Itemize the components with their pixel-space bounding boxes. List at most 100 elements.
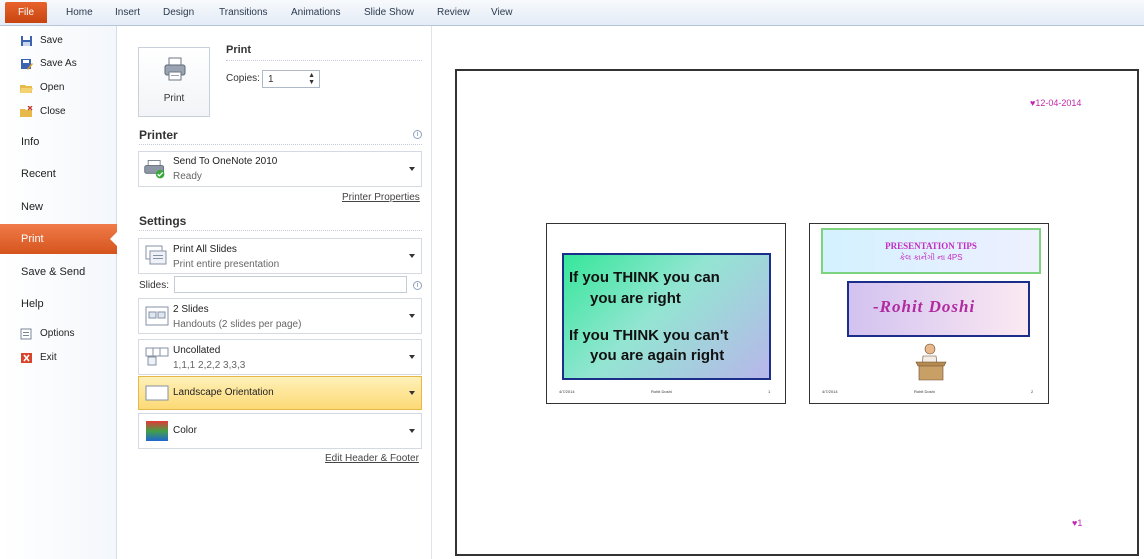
slide-1-footer-number: 1 bbox=[768, 389, 771, 394]
chevron-down-icon bbox=[409, 254, 415, 258]
chevron-down-icon bbox=[409, 314, 415, 318]
printer-status: Ready bbox=[173, 171, 202, 182]
print-title: Print bbox=[226, 44, 252, 56]
nav-exit[interactable]: Exit bbox=[0, 348, 117, 368]
nav-new[interactable]: New bbox=[0, 192, 117, 222]
slide-1-footer-date: 4/7/2014 bbox=[559, 389, 575, 394]
print-button-label: Print bbox=[163, 93, 185, 104]
divider bbox=[139, 230, 422, 231]
chevron-down-icon bbox=[409, 167, 415, 171]
slide-1-line-2: you are right bbox=[590, 290, 681, 307]
edit-header-footer-link[interactable]: Edit Header & Footer bbox=[325, 453, 419, 464]
collation-dropdown[interactable]: Uncollated 1,1,1 2,2,2 3,3,3 bbox=[138, 339, 422, 375]
layout-label: 2 Slides bbox=[173, 304, 209, 315]
preview-slide-2: PRESENTATION TIPS કેલ કાર્નેગી ના 4PS -R… bbox=[809, 223, 1049, 404]
collation-label: Uncollated bbox=[173, 345, 221, 356]
exit-icon bbox=[21, 353, 32, 363]
slide-1-footer-author: Rohit Doshi bbox=[651, 389, 672, 394]
divider bbox=[139, 144, 422, 145]
copies-value: 1 bbox=[268, 74, 274, 85]
slide-2-footer-number: 2 bbox=[1031, 389, 1034, 394]
print-settings-panel: Print Print Copies: 1 ▲ ▼ Printer i Send … bbox=[117, 26, 432, 559]
print-preview-area: ♥12-04-2014 If you THINK you can you are… bbox=[432, 26, 1144, 559]
printer-name: Send To OneNote 2010 bbox=[173, 156, 278, 167]
tab-animations[interactable]: Animations bbox=[291, 7, 340, 18]
slides-stack-icon bbox=[145, 245, 167, 265]
slide-1-text-box: If you THINK you can you are right If yo… bbox=[562, 253, 771, 380]
slide-2-footer-author: Rohit Doshi bbox=[914, 389, 935, 394]
printer-properties-link[interactable]: Printer Properties bbox=[342, 192, 420, 203]
orientation-dropdown[interactable]: Landscape Orientation bbox=[138, 376, 422, 410]
save-as-icon bbox=[21, 59, 33, 70]
slide-2-name: -Rohit Doshi bbox=[873, 297, 976, 316]
printer-icon bbox=[164, 57, 186, 81]
nav-save-send[interactable]: Save & Send bbox=[0, 257, 117, 287]
presenter-clipart-icon bbox=[915, 343, 947, 381]
tab-transitions[interactable]: Transitions bbox=[219, 7, 268, 18]
chevron-down-icon bbox=[409, 429, 415, 433]
print-button[interactable]: Print bbox=[138, 47, 210, 117]
nav-open-label: Open bbox=[40, 82, 65, 93]
print-what-sublabel: Print entire presentation bbox=[173, 259, 280, 270]
tab-home[interactable]: Home bbox=[66, 7, 93, 18]
info-icon[interactable]: i bbox=[413, 130, 422, 139]
nav-save[interactable]: Save bbox=[0, 31, 117, 51]
nav-open[interactable]: Open bbox=[0, 78, 117, 98]
slide-2-title-box: PRESENTATION TIPS કેલ કાર્નેગી ના 4PS bbox=[821, 228, 1041, 274]
settings-header: Settings bbox=[139, 214, 187, 228]
nav-recent[interactable]: Recent bbox=[0, 159, 117, 189]
collation-sublabel: 1,1,1 2,2,2 3,3,3 bbox=[173, 360, 246, 371]
slide-1-line-1: If you THINK you can bbox=[569, 269, 720, 286]
print-what-label: Print All Slides bbox=[173, 244, 237, 255]
tab-review[interactable]: Review bbox=[437, 7, 470, 18]
folder-close-icon bbox=[20, 106, 33, 117]
tab-insert[interactable]: Insert bbox=[115, 7, 140, 18]
tab-view[interactable]: View bbox=[491, 7, 513, 18]
nav-info[interactable]: Info bbox=[0, 127, 117, 157]
copies-label: Copies: bbox=[226, 73, 260, 84]
ribbon-bar: File Home Insert Design Transitions Anim… bbox=[0, 0, 1144, 26]
collate-icon bbox=[145, 347, 169, 366]
folder-open-icon bbox=[20, 85, 33, 93]
slide-2-footer-date: 4/7/2014 bbox=[822, 389, 838, 394]
spin-arrows-icon[interactable]: ▲ ▼ bbox=[308, 72, 315, 86]
tab-design[interactable]: Design bbox=[163, 7, 194, 18]
copies-stepper[interactable]: 1 ▲ ▼ bbox=[262, 70, 320, 88]
nav-save-label: Save bbox=[40, 35, 63, 46]
print-what-dropdown[interactable]: Print All Slides Print entire presentati… bbox=[138, 238, 422, 274]
slide-2-name-box: -Rohit Doshi bbox=[847, 281, 1030, 337]
options-icon bbox=[20, 328, 32, 340]
nav-close[interactable]: Close bbox=[0, 102, 117, 122]
tab-file[interactable]: File bbox=[5, 2, 47, 23]
printer-dropdown[interactable]: Send To OneNote 2010 Ready bbox=[138, 151, 422, 187]
chevron-down-icon bbox=[409, 355, 415, 359]
nav-save-as[interactable]: Save As bbox=[0, 54, 117, 74]
color-swatch-icon bbox=[146, 421, 168, 441]
layout-sublabel: Handouts (2 slides per page) bbox=[173, 319, 302, 330]
preview-page: ♥12-04-2014 If you THINK you can you are… bbox=[455, 69, 1139, 556]
slide-1-line-4: you are again right bbox=[590, 347, 725, 364]
nav-help[interactable]: Help bbox=[0, 289, 117, 319]
slides-label: Slides: bbox=[139, 280, 170, 291]
color-dropdown[interactable]: Color bbox=[138, 413, 422, 449]
two-slides-icon bbox=[145, 306, 169, 326]
slide-2-title: PRESENTATION TIPS bbox=[885, 241, 977, 251]
save-icon bbox=[21, 36, 32, 46]
preview-slide-1: If you THINK you can you are right If yo… bbox=[546, 223, 786, 404]
nav-save-as-label: Save As bbox=[40, 58, 77, 69]
nav-options-label: Options bbox=[40, 328, 75, 339]
layout-dropdown[interactable]: 2 Slides Handouts (2 slides per page) bbox=[138, 298, 422, 334]
printer-ready-icon bbox=[144, 160, 165, 179]
slides-input[interactable] bbox=[174, 276, 407, 293]
nav-close-label: Close bbox=[40, 106, 66, 117]
tab-slide-show[interactable]: Slide Show bbox=[364, 7, 414, 18]
chevron-down-icon bbox=[409, 391, 415, 395]
landscape-icon bbox=[145, 385, 169, 401]
divider bbox=[226, 60, 422, 61]
slide-2-subtitle: કેલ કાર્નેગી ના 4PS bbox=[899, 253, 963, 262]
slide-1-line-3: If you THINK you can't bbox=[569, 327, 729, 344]
color-label: Color bbox=[173, 425, 197, 436]
nav-print[interactable]: Print bbox=[0, 224, 117, 254]
info-icon[interactable]: i bbox=[413, 281, 422, 290]
nav-options[interactable]: Options bbox=[0, 324, 117, 344]
